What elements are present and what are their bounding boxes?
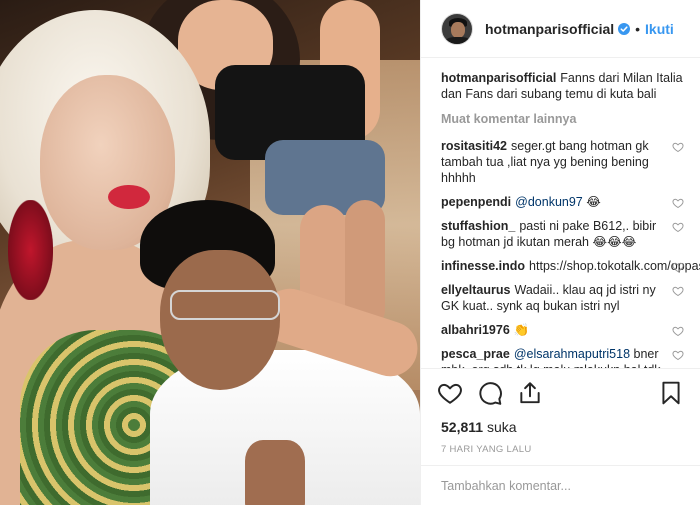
comment-mention[interactable]: @donkun97 <box>515 195 583 209</box>
like-comment-heart-icon[interactable] <box>672 261 684 273</box>
avatar-body <box>445 36 471 44</box>
comments-list[interactable]: hotmanparisofficial Fanns dari Milan Ital… <box>421 58 700 368</box>
comment-item: rositasiti42 seger.gt bang hotman gk tamb… <box>441 138 684 186</box>
comment-item: ellyeltaurus Wadaii.. klau aq jd istri ny… <box>441 282 684 314</box>
post-caption: hotmanparisofficial Fanns dari Milan Ital… <box>441 70 684 102</box>
share-icon[interactable] <box>517 380 543 406</box>
avatar[interactable] <box>441 12 473 45</box>
photo-hand <box>245 440 305 505</box>
caption-username[interactable]: hotmanparisofficial <box>441 71 556 85</box>
load-more-comments-button[interactable]: Muat komentar lainnya <box>441 112 684 126</box>
likes-number: 52,811 <box>441 419 484 435</box>
likes-count[interactable]: 52,811 suka <box>421 416 700 438</box>
comment-item: pesca_prae@elsarahmaputri518 bner mbk. o… <box>441 346 684 368</box>
comment-text: 😂 <box>582 195 601 209</box>
verified-badge-icon <box>618 22 631 35</box>
comment-mention[interactable]: @elsarahmaputri518 <box>514 347 630 361</box>
comment-username[interactable]: infinesse.indo <box>441 259 525 273</box>
header-username[interactable]: hotmanparisofficial <box>485 21 614 37</box>
comment-username[interactable]: ellyeltaurus <box>441 283 510 297</box>
post-header: hotmanparisofficial • Ikuti <box>421 0 700 58</box>
likes-label: suka <box>486 419 517 435</box>
avatar-face <box>451 21 465 38</box>
heart-icon[interactable] <box>437 380 463 406</box>
post-side-panel: hotmanparisofficial • Ikuti hotmanpariso… <box>420 0 700 505</box>
like-comment-heart-icon[interactable] <box>672 349 684 361</box>
like-comment-heart-icon[interactable] <box>672 197 684 209</box>
like-comment-heart-icon[interactable] <box>672 221 684 233</box>
like-comment-heart-icon[interactable] <box>672 325 684 337</box>
comment-username[interactable]: stuffashion_ <box>441 219 515 233</box>
comment-item: stuffashion_ pasti ni pake B612,. bibir b… <box>441 218 684 250</box>
like-comment-heart-icon[interactable] <box>672 285 684 297</box>
post-photo[interactable] <box>0 0 420 505</box>
photo-face <box>160 250 280 390</box>
comment-item: infinesse.indo https://shop.tokotalk.com/… <box>441 258 700 274</box>
comment-username[interactable]: albahri1976 <box>441 323 510 337</box>
post-timestamp[interactable]: 7 HARI YANG LALU <box>421 438 700 465</box>
comment-item: pepenpendi @donkun97 😂 <box>441 194 684 210</box>
comment-username[interactable]: pepenpendi <box>441 195 511 209</box>
photo-earring <box>8 200 53 300</box>
photo-glasses <box>170 290 280 320</box>
bookmark-icon[interactable] <box>658 380 684 406</box>
comment-item: albahri1976 👏 <box>441 322 684 338</box>
header-separator: • <box>635 20 641 37</box>
post-actions-bar <box>421 368 700 416</box>
comment-username[interactable]: pesca_prae <box>441 347 510 361</box>
follow-button[interactable]: Ikuti <box>645 21 674 37</box>
add-comment-input[interactable] <box>441 478 680 493</box>
add-comment-section <box>421 465 700 505</box>
photo-lips <box>108 185 150 209</box>
comment-username[interactable]: rositasiti42 <box>441 139 507 153</box>
like-comment-heart-icon[interactable] <box>672 141 684 153</box>
comment-icon[interactable] <box>477 380 503 406</box>
comment-text: 👏 <box>513 323 530 337</box>
post-container: hotmanparisofficial • Ikuti hotmanpariso… <box>0 0 700 505</box>
